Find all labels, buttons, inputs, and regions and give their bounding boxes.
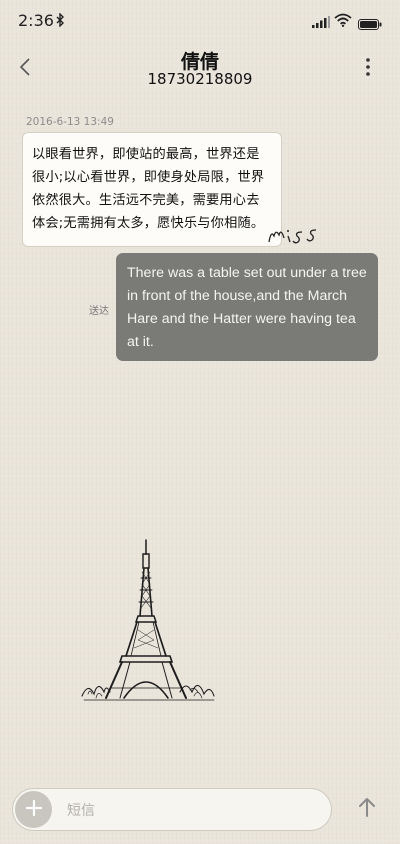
message-timestamp: 2016-6-13 13:49 bbox=[26, 116, 114, 128]
incoming-message-bubble[interactable]: 以眼看世界，即使站的最高，世界还是很小;以心看世界，即使身处局限，世界依然很大。… bbox=[22, 132, 282, 247]
more-vertical-icon bbox=[366, 58, 370, 80]
more-options-button[interactable] bbox=[356, 54, 380, 84]
outgoing-message-bubble[interactable]: There was a table set out under a tree i… bbox=[116, 253, 378, 361]
battery-icon bbox=[358, 15, 382, 34]
add-attachment-button[interactable] bbox=[15, 791, 52, 828]
plus-icon bbox=[25, 799, 42, 820]
status-time: 2:36 bbox=[18, 11, 54, 30]
status-bar: 2:36 bbox=[0, 0, 400, 40]
delivery-status: 送达 bbox=[89, 306, 109, 317]
message-input[interactable] bbox=[65, 797, 319, 825]
wifi-icon bbox=[334, 12, 352, 31]
eiffel-tower-illustration bbox=[80, 538, 216, 708]
send-button[interactable] bbox=[352, 794, 382, 824]
conversation-header: 倩倩 18730218809 bbox=[0, 40, 400, 100]
bluetooth-icon bbox=[56, 12, 65, 31]
miss-doodle bbox=[266, 212, 330, 252]
send-arrow-icon bbox=[358, 797, 376, 821]
signal-icon bbox=[312, 13, 330, 32]
contact-number: 18730218809 bbox=[147, 70, 253, 88]
message-composer bbox=[12, 788, 332, 831]
